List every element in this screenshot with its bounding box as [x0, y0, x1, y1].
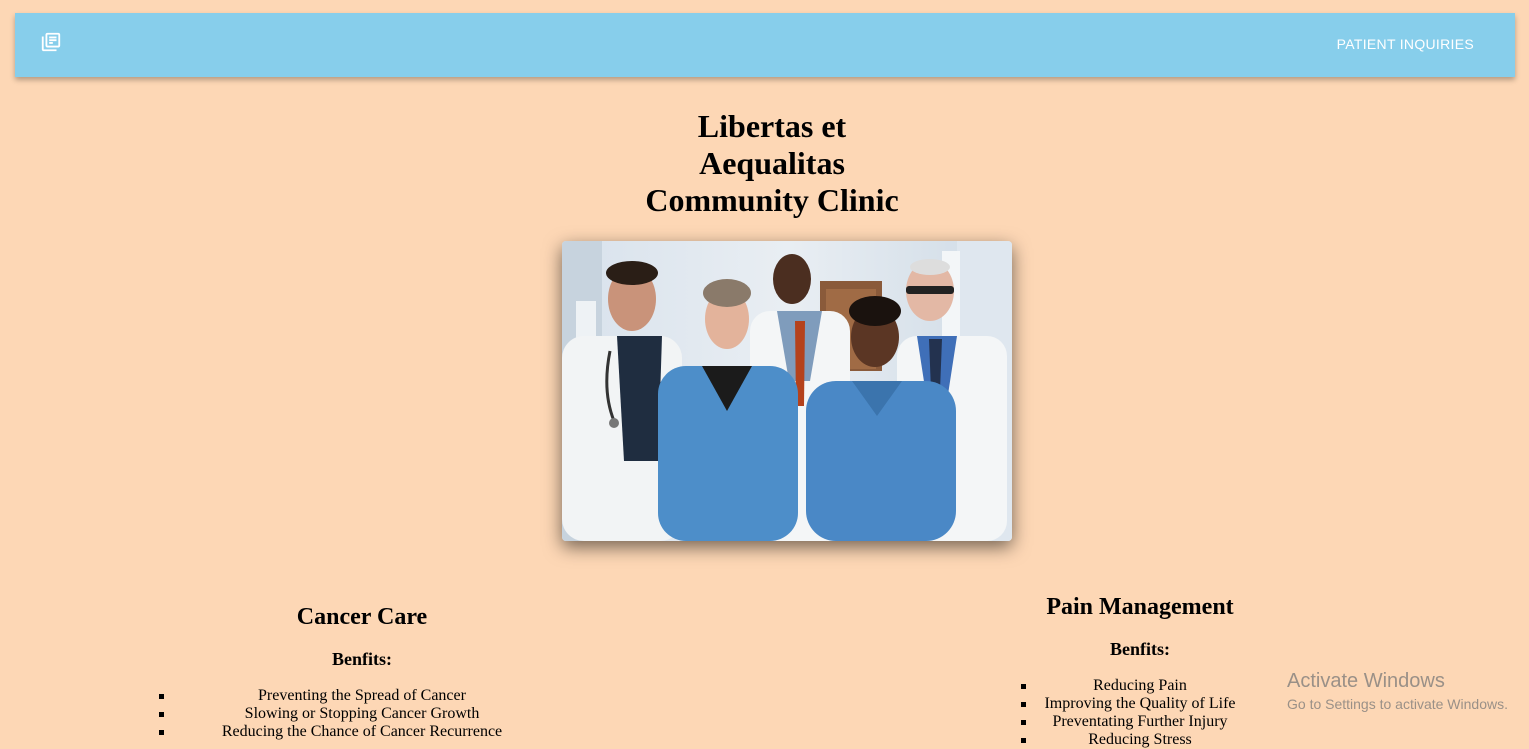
staff-group-photo [562, 241, 1012, 541]
pain-management-benefits-heading: Benfits: [1110, 639, 1170, 659]
list-item: Slowing or Stopping Cancer Growth [152, 705, 572, 723]
page-title-line-1: Libertas et [697, 108, 847, 144]
page-title-line-2: Aequalitas [699, 145, 845, 181]
cancer-care-section: Cancer Care Benfits: Preventing the Spre… [152, 604, 572, 741]
activate-windows-title: Activate Windows [1287, 670, 1445, 692]
cancer-care-heading: Cancer Care [296, 604, 428, 630]
patient-inquiries-link[interactable]: PATIENT INQUIRIES [1337, 36, 1474, 52]
pain-management-section: Pain Management Benfits: Reducing Pain I… [1015, 594, 1265, 749]
pain-management-benefits-list: Reducing Pain Improving the Quality of L… [1015, 677, 1265, 749]
cancer-care-benefits-list: Preventing the Spread of Cancer Slowing … [152, 687, 572, 741]
top-navbar: PATIENT INQUIRIES [15, 13, 1515, 77]
list-item: Improving the Quality of Life [1015, 695, 1265, 713]
list-item: Reducing Pain [1015, 677, 1265, 695]
activate-windows-hint: Go to Settings to activate Windows. [1287, 696, 1508, 712]
list-item: Preventating Further Injury [1015, 713, 1265, 731]
list-item: Reducing Stress [1015, 731, 1265, 749]
page-title: Libertas et Aequalitas Community Clinic [622, 108, 922, 219]
list-item: Reducing the Chance of Cancer Recurrence [152, 723, 572, 741]
library-books-icon[interactable] [40, 31, 62, 53]
page-title-line-3: Community Clinic [645, 182, 899, 218]
cancer-care-benefits-heading: Benfits: [332, 649, 392, 669]
list-item: Preventing the Spread of Cancer [152, 687, 572, 705]
pain-management-heading: Pain Management [1046, 594, 1234, 620]
